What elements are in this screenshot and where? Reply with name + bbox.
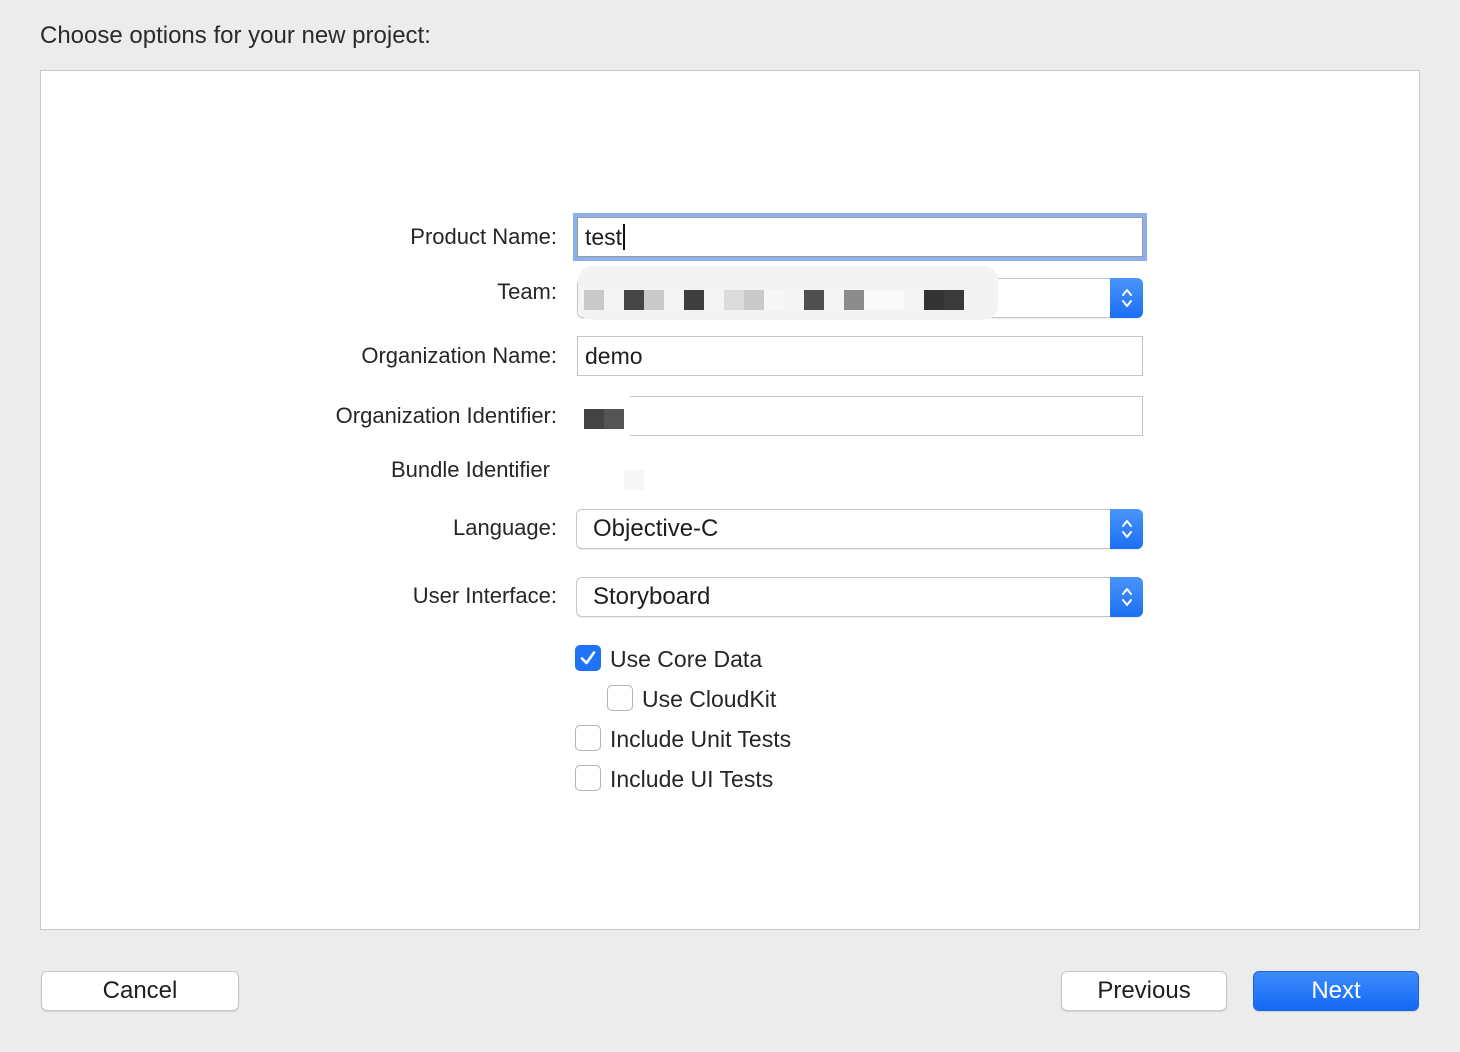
team-label: Team:: [497, 279, 557, 304]
bundle-identifier-redacted: [624, 470, 644, 490]
product-name-label: Product Name:: [410, 224, 557, 249]
user-interface-popup[interactable]: Storyboard: [576, 577, 1143, 617]
chevron-up-down-icon: [1110, 509, 1143, 549]
header-title: Choose options for your new project:: [40, 22, 431, 49]
next-button[interactable]: Next: [1253, 971, 1419, 1011]
language-value: Objective-C: [593, 515, 719, 542]
include-ui-tests-label: Include UI Tests: [610, 766, 774, 792]
chevron-up-down-icon: [1110, 278, 1143, 318]
user-interface-value: Storyboard: [593, 583, 711, 610]
user-interface-label: User Interface:: [412, 583, 557, 608]
cancel-button[interactable]: Cancel: [41, 971, 239, 1011]
language-popup[interactable]: Objective-C: [576, 509, 1143, 549]
organization-identifier-redacted: [584, 409, 624, 429]
organization-identifier-field[interactable]: [630, 396, 1143, 436]
include-unit-tests-checkbox[interactable]: [575, 725, 601, 751]
product-name-value: test: [585, 224, 623, 250]
language-label: Language:: [453, 515, 557, 540]
include-unit-tests-label: Include Unit Tests: [610, 726, 792, 752]
previous-button[interactable]: Previous: [1061, 971, 1227, 1011]
organization-identifier-label: Organization Identifier:: [335, 403, 557, 428]
use-cloudkit-label: Use CloudKit: [642, 686, 777, 712]
text-caret: [623, 224, 626, 250]
organization-name-field[interactable]: demo: [577, 336, 1143, 376]
checkmark-icon: [580, 651, 596, 665]
organization-name-label: Organization Name:: [361, 343, 557, 368]
use-core-data-checkbox[interactable]: [575, 645, 601, 671]
include-ui-tests-checkbox[interactable]: [575, 765, 601, 791]
options-panel: [40, 70, 1420, 930]
chevron-up-down-icon: [1110, 577, 1143, 617]
team-redacted-blocks: [584, 290, 964, 310]
use-cloudkit-checkbox[interactable]: [607, 685, 633, 711]
product-name-field[interactable]: test: [577, 217, 1143, 257]
bundle-identifier-label: Bundle Identifier: [391, 457, 550, 482]
use-core-data-label: Use Core Data: [610, 646, 763, 672]
